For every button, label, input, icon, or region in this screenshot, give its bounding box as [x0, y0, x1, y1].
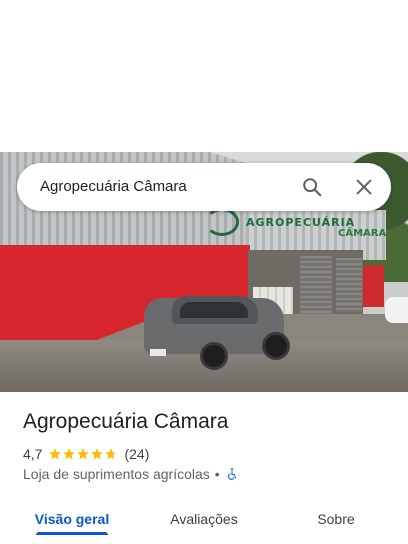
category-row: Loja de suprimentos agrícolas •: [23, 466, 239, 482]
search-icon[interactable]: [301, 176, 323, 198]
photo-white-car: [385, 297, 408, 323]
rating-value: 4,7: [23, 446, 43, 462]
star-icon: [77, 448, 90, 460]
star-icon: [49, 448, 62, 460]
star-half-icon: [105, 448, 118, 460]
active-tab-indicator: [36, 532, 108, 535]
photo-car-wheel: [262, 332, 290, 360]
photo-car-window: [180, 302, 248, 318]
photo-rollup-door: [336, 258, 362, 312]
place-tabs: Visão geral Avaliações Sobre: [0, 497, 408, 544]
star-icon: [91, 448, 104, 460]
store-sign-text-secondary: CÂMARA: [338, 228, 387, 239]
star-rating: [48, 447, 118, 461]
search-input[interactable]: Agropecuária Câmara: [40, 178, 187, 195]
close-icon[interactable]: [353, 176, 375, 198]
separator: •: [214, 466, 220, 482]
photo-red-wall-right: [362, 265, 384, 307]
photo-car-wheel: [200, 342, 228, 370]
search-bar[interactable]: Agropecuária Câmara: [17, 163, 391, 211]
place-category: Loja de suprimentos agrícolas: [23, 466, 210, 482]
place-title: Agropecuária Câmara: [23, 410, 229, 433]
place-info-panel: Agropecuária Câmara 4,7 (24) Loja de sup…: [0, 392, 408, 544]
photo-license-plate: [150, 349, 166, 356]
tab-about[interactable]: Sobre: [296, 497, 376, 541]
wheelchair-icon: [227, 468, 237, 480]
photo-rollup-door: [300, 256, 332, 318]
store-logo: [205, 208, 239, 236]
rating-row[interactable]: 4,7 (24): [23, 445, 149, 463]
review-count[interactable]: (24): [124, 446, 149, 462]
tab-reviews[interactable]: Avaliações: [152, 497, 256, 541]
star-icon: [63, 448, 76, 460]
map-blank-area: [0, 0, 408, 152]
